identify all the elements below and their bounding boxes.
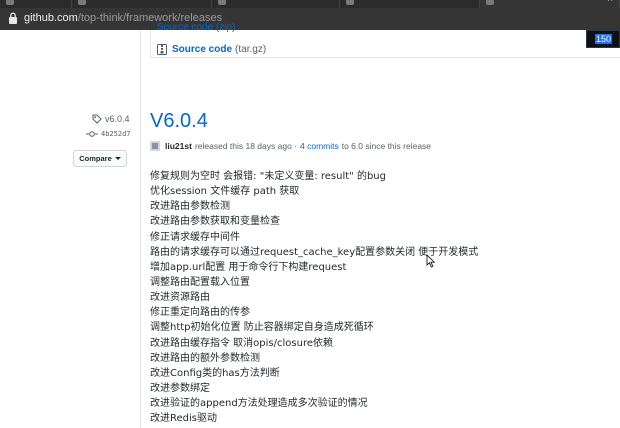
timeline-divider: [140, 30, 141, 428]
release-note-line: 修正重定向路由的传参: [150, 307, 250, 319]
release-note-line: 修正请求缓存中间件: [150, 231, 240, 243]
release-commit[interactable]: 4b252d7: [86, 129, 131, 139]
release-note-line: 路由的请求缓存可以通过request_cache_key配置参数关闭 便于开发模…: [150, 246, 479, 258]
release-note-line: 改进路由的额外参数检测: [150, 352, 260, 364]
compare-label: Compare: [79, 154, 112, 163]
release-meta: liu21st released this 18 days ago · 4 co…: [150, 140, 431, 152]
release-note-line: 调整http初始化位置 防止容器绑定自身造成死循环: [150, 322, 374, 334]
since-text: to 6.0 since this release: [341, 141, 432, 151]
close-tab-icon[interactable]: ×: [607, 0, 613, 5]
release-note-line: 优化session 文件缓存 path 获取: [150, 186, 300, 198]
release-note-line: 改进资源路由: [150, 292, 210, 304]
browser-tab-4[interactable]: [340, 0, 480, 8]
release-note-line: 改进路由参数检测: [150, 201, 230, 213]
git-commit-icon: [86, 131, 98, 137]
release-note-line: 改进路由缓存指令 取消opis/closure依赖: [150, 337, 333, 349]
tag-icon: [92, 114, 102, 124]
github-releases-page: Source code (zip) Source code (tar.gz) v…: [0, 22, 620, 428]
browser-tab-active[interactable]: ×: [480, 0, 620, 8]
browser-tab-1[interactable]: [0, 0, 72, 8]
source-zip-link[interactable]: Source code (zip): [157, 22, 235, 33]
compare-button[interactable]: Compare: [73, 150, 127, 167]
tab-favicon: [6, 0, 14, 5]
release-note-line: 改进Config类的has方法判断: [150, 367, 280, 379]
release-note-line: 改进验证的append方法处理造成多次验证的情况: [150, 398, 368, 410]
source-tar-link[interactable]: Source code: [172, 44, 232, 55]
released-text: released this 18 days ago ·: [194, 141, 297, 151]
release-note-line: 调整路由配置载入位置: [150, 276, 250, 288]
lock-icon: [9, 12, 17, 24]
address-bar[interactable]: github.com/top-think/framework/releases: [0, 8, 620, 30]
release-title[interactable]: V6.0.4: [150, 110, 208, 133]
release-assets-box: Source code (zip) Source code (tar.gz): [150, 22, 620, 58]
avatar[interactable]: [150, 141, 160, 151]
text-cursor-icon: [426, 254, 435, 268]
tab-favicon: [78, 0, 86, 5]
release-note-line: 改进参数绑定: [150, 382, 210, 394]
counter-value: 150: [595, 34, 613, 44]
source-tar-ext: (tar.gz): [235, 43, 267, 55]
release-note-line: 修复规则为空时 会报错: "未定义变量: result" 的bug: [150, 171, 386, 182]
commits-link[interactable]: 4 commits: [300, 141, 339, 151]
release-notes: 修复规则为空时 会报错: "未定义变量: result" 的bug 优化sess…: [150, 169, 610, 426]
url-domain: github.com: [24, 12, 78, 24]
release-note-line: 改进路由参数获取和变量检查: [150, 216, 280, 228]
source-tar-row[interactable]: Source code (tar.gz): [157, 42, 266, 56]
tab-favicon: [346, 0, 354, 5]
tag-label: v6.0.4: [105, 114, 130, 124]
caret-down-icon: [114, 157, 121, 160]
overlay-counter-badge: 150: [586, 30, 620, 48]
release-tag[interactable]: v6.0.4: [92, 113, 130, 125]
browser-tab-2[interactable]: [72, 0, 212, 8]
github-favicon-icon: [486, 0, 494, 5]
commit-sha: 4b252d7: [101, 130, 131, 138]
file-zip-icon: [157, 43, 167, 55]
release-author[interactable]: liu21st: [165, 141, 192, 151]
tab-favicon: [218, 0, 226, 5]
browser-tab-strip: ×: [0, 0, 620, 8]
release-note-line: 改进Redis驱动: [150, 413, 217, 425]
release-note-line: 增加app.url配置 用于命令行下构建request: [150, 261, 347, 273]
browser-tab-3[interactable]: [212, 0, 340, 8]
